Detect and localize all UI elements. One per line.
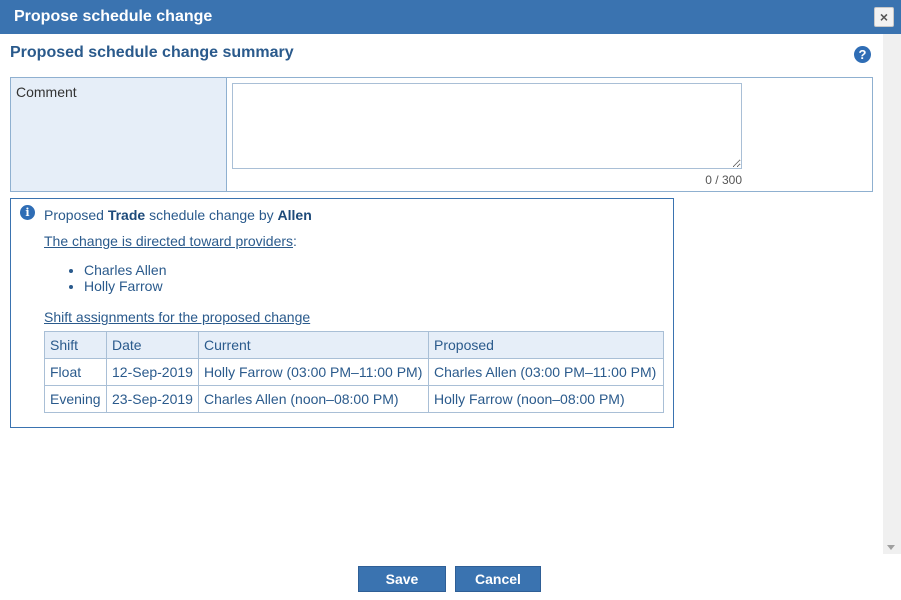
table-header-row: Shift Date Current Proposed <box>44 331 664 359</box>
column-header: Proposed <box>428 331 664 359</box>
proposal-summary: Proposed Trade schedule change by Allen <box>44 207 312 223</box>
change-type: Trade <box>107 207 146 223</box>
table-cell: Charles Allen (03:00 PM–11:00 PM) <box>428 358 664 386</box>
list-item: Charles Allen <box>84 262 167 278</box>
providers-list: Charles Allen Holly Farrow <box>68 262 167 294</box>
table-cell: Float <box>44 358 107 386</box>
cancel-button[interactable]: Cancel <box>455 566 541 592</box>
shift-assignments-line: Shift assignments for the proposed chang… <box>44 309 310 325</box>
column-header: Current <box>198 331 429 359</box>
save-button[interactable]: Save <box>358 566 446 592</box>
directed-suffix: : <box>293 233 297 249</box>
column-header: Shift <box>44 331 107 359</box>
close-icon: × <box>879 9 889 25</box>
info-icon: i <box>20 205 35 220</box>
change-info-panel: i Proposed Trade schedule change by Alle… <box>10 198 674 428</box>
table-cell: Charles Allen (noon–08:00 PM) <box>198 385 429 413</box>
scroll-down-icon[interactable] <box>887 545 895 550</box>
summary-middle: schedule change by <box>145 207 278 223</box>
table-row: Float 12-Sep-2019 Holly Farrow (03:00 PM… <box>44 358 664 386</box>
char-counter: 0 / 300 <box>705 173 742 187</box>
table-cell: Evening <box>44 385 107 413</box>
close-button[interactable]: × <box>874 7 894 27</box>
table-cell: 23-Sep-2019 <box>106 385 199 413</box>
directed-line: The change is directed toward providers: <box>44 233 297 249</box>
comment-input-cell: 0 / 300 <box>227 78 872 191</box>
help-icon[interactable]: ? <box>854 46 871 63</box>
table-cell: Holly Farrow (noon–08:00 PM) <box>428 385 664 413</box>
summary-prefix: Proposed <box>44 207 108 223</box>
dialog-title: Propose schedule change <box>14 8 213 25</box>
shift-assignments-link[interactable]: Shift assignments for the proposed chang… <box>44 309 310 325</box>
table-row: Evening 23-Sep-2019 Charles Allen (noon–… <box>44 385 664 413</box>
page-title: Proposed schedule change summary <box>10 44 294 61</box>
comment-textarea[interactable] <box>232 83 742 169</box>
table-cell: Holly Farrow (03:00 PM–11:00 PM) <box>198 358 429 386</box>
comment-label: Comment <box>11 78 227 191</box>
dialog-content: Proposed schedule change summary ? Comme… <box>0 34 883 600</box>
comment-section: Comment 0 / 300 <box>10 77 873 192</box>
column-header: Date <box>106 331 199 359</box>
proposer-name: Allen <box>277 207 312 223</box>
shift-table: Shift Date Current Proposed Float 12-Sep… <box>44 331 664 413</box>
dialog-titlebar: Propose schedule change × <box>0 0 901 34</box>
vertical-scrollbar[interactable] <box>883 34 901 554</box>
table-cell: 12-Sep-2019 <box>106 358 199 386</box>
list-item: Holly Farrow <box>84 278 167 294</box>
directed-providers-link[interactable]: The change is directed toward providers <box>44 233 293 249</box>
